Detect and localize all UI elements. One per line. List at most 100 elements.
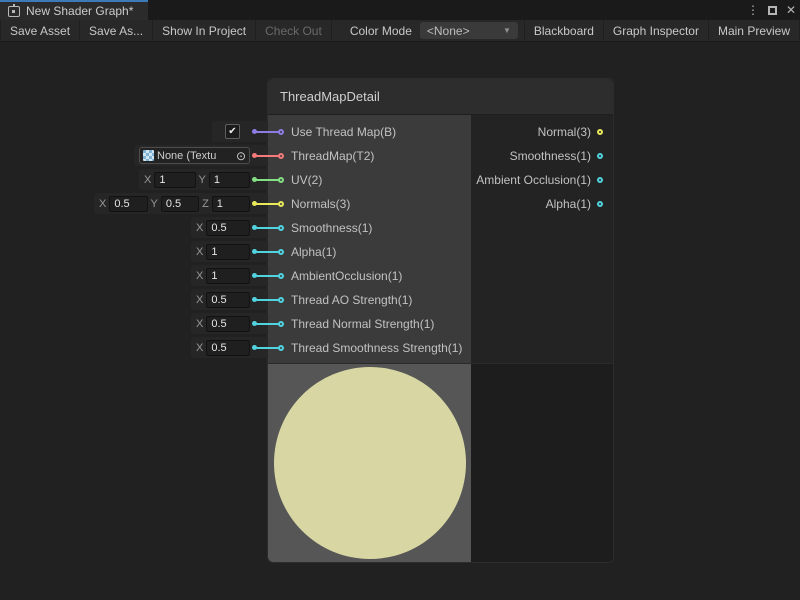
input-port-label: ThreadMap(T2) — [291, 149, 374, 163]
number-field[interactable]: 1 — [206, 268, 250, 284]
node-threadmapdetail[interactable]: ThreadMapDetail ✔ Use Thread Map(B) — [267, 78, 614, 563]
number-field[interactable]: 0.5 — [161, 196, 199, 212]
output-row-alpha: Alpha(1) — [471, 192, 613, 216]
node-outputs-column: Normal(3) Smoothness(1) Ambient Occlusio… — [471, 115, 613, 363]
graph-inspector-button[interactable]: Graph Inspector — [604, 20, 709, 41]
output-row-smoothness: Smoothness(1) — [471, 144, 613, 168]
main-preview-button[interactable]: Main Preview — [709, 20, 800, 41]
color-mode-label: Color Mode — [342, 20, 420, 41]
window-controls: ⋮ ✕ — [747, 0, 796, 20]
input-port[interactable] — [278, 177, 284, 183]
input-row-use-thread-map: ✔ Use Thread Map(B) — [268, 120, 471, 144]
input-port-label: Thread AO Strength(1) — [291, 293, 412, 307]
output-port[interactable] — [597, 177, 603, 183]
input-row-thread-normal-strength: X 0.5 Thread Normal Strength(1) — [268, 312, 471, 336]
axis-label: X — [196, 270, 203, 282]
axis-label: X — [196, 222, 203, 234]
show-in-project-button[interactable]: Show In Project — [153, 20, 256, 41]
color-mode-dropdown[interactable]: <None> ▼ — [420, 22, 518, 39]
node-preview — [268, 363, 613, 562]
tab-new-shader-graph[interactable]: New Shader Graph* — [0, 0, 148, 20]
axis-label: Y — [151, 198, 158, 210]
output-row-normal: Normal(3) — [471, 120, 613, 144]
input-port[interactable] — [278, 345, 284, 351]
input-port-label: Normals(3) — [291, 197, 350, 211]
connector-line — [254, 131, 279, 133]
output-port-label: Ambient Occlusion(1) — [476, 173, 591, 187]
axis-label: X — [196, 318, 203, 330]
toolbar-spacer — [332, 20, 342, 41]
input-row-threadmap: None (Textu ⊙ ThreadMap(T2) — [268, 144, 471, 168]
number-field[interactable]: 0.5 — [206, 292, 250, 308]
editor-tab-bar: New Shader Graph* ⋮ ✕ — [0, 0, 800, 20]
save-as-button[interactable]: Save As... — [80, 20, 153, 41]
number-field[interactable]: 0.5 — [109, 196, 147, 212]
output-port-label: Smoothness(1) — [510, 149, 591, 163]
input-port[interactable] — [278, 225, 284, 231]
preview-background — [471, 364, 613, 562]
number-field[interactable]: 0.5 — [206, 220, 250, 236]
preview-viewport — [268, 364, 471, 562]
chevron-down-icon: ▼ — [503, 26, 511, 35]
connector-line — [254, 179, 279, 181]
axis-label: X — [196, 246, 203, 258]
number-field[interactable]: 1 — [154, 172, 195, 188]
menu-icon[interactable]: ⋮ — [747, 4, 759, 16]
output-port-label: Alpha(1) — [546, 197, 591, 211]
output-port-label: Normal(3) — [538, 125, 591, 139]
input-port-label: Use Thread Map(B) — [291, 125, 396, 139]
maximize-icon[interactable] — [768, 6, 777, 15]
number-field[interactable]: 1 — [206, 244, 250, 260]
input-port[interactable] — [278, 201, 284, 207]
input-port[interactable] — [278, 297, 284, 303]
input-port-label: Alpha(1) — [291, 245, 336, 259]
input-row-ambientocclusion: X 1 AmbientOcclusion(1) — [268, 264, 471, 288]
input-port[interactable] — [278, 153, 284, 159]
input-row-alpha: X 1 Alpha(1) — [268, 240, 471, 264]
shader-graph-toolbar: Save Asset Save As... Show In Project Ch… — [0, 20, 800, 42]
connector-line — [254, 323, 279, 325]
number-field[interactable]: 0.5 — [206, 316, 250, 332]
input-port[interactable] — [278, 129, 284, 135]
connector-line — [254, 227, 279, 229]
input-port[interactable] — [278, 321, 284, 327]
save-asset-button[interactable]: Save Asset — [0, 20, 80, 41]
axis-label: X — [196, 294, 203, 306]
checkmark-icon: ✔ — [228, 127, 236, 137]
node-header[interactable]: ThreadMapDetail — [268, 79, 613, 115]
input-port[interactable] — [278, 249, 284, 255]
color-mode-value: <None> — [427, 24, 470, 38]
number-field[interactable]: 0.5 — [206, 340, 250, 356]
axis-label: Z — [202, 198, 209, 210]
input-row-thread-ao-strength: X 0.5 Thread AO Strength(1) — [268, 288, 471, 312]
number-field[interactable]: 1 — [209, 172, 250, 188]
input-port[interactable] — [278, 273, 284, 279]
node-inputs-column: ✔ Use Thread Map(B) None (Textu ⊙ — [268, 115, 471, 363]
output-port[interactable] — [597, 153, 603, 159]
blackboard-button[interactable]: Blackboard — [524, 20, 604, 41]
vector2-widget: X 1 Y 1 — [139, 169, 268, 190]
input-row-normals: X 0.5 Y 0.5 Z 1 Normals(3) — [268, 192, 471, 216]
graph-canvas[interactable]: ThreadMapDetail ✔ Use Thread Map(B) — [0, 42, 800, 599]
texture-object-value: None (Textu — [157, 150, 233, 162]
input-port-label: Smoothness(1) — [291, 221, 372, 235]
input-port-label: AmbientOcclusion(1) — [291, 269, 402, 283]
axis-label: Y — [199, 174, 206, 186]
tab-title: New Shader Graph* — [26, 4, 133, 18]
check-out-button: Check Out — [256, 20, 332, 41]
axis-label: X — [196, 342, 203, 354]
close-icon[interactable]: ✕ — [786, 4, 796, 16]
checkbox[interactable]: ✔ — [225, 124, 240, 139]
axis-label: X — [99, 198, 106, 210]
input-port-label: Thread Smoothness Strength(1) — [291, 341, 462, 355]
output-port[interactable] — [597, 129, 603, 135]
axis-label: X — [144, 174, 151, 186]
texture-object-field[interactable]: None (Textu ⊙ — [139, 147, 250, 164]
number-field[interactable]: 1 — [212, 196, 250, 212]
connector-line — [254, 203, 279, 205]
object-picker-icon[interactable]: ⊙ — [236, 150, 246, 162]
node-title: ThreadMapDetail — [280, 89, 380, 104]
node-body: ✔ Use Thread Map(B) None (Textu ⊙ — [268, 115, 613, 363]
output-port[interactable] — [597, 201, 603, 207]
texture-object-widget: None (Textu ⊙ — [134, 145, 268, 166]
